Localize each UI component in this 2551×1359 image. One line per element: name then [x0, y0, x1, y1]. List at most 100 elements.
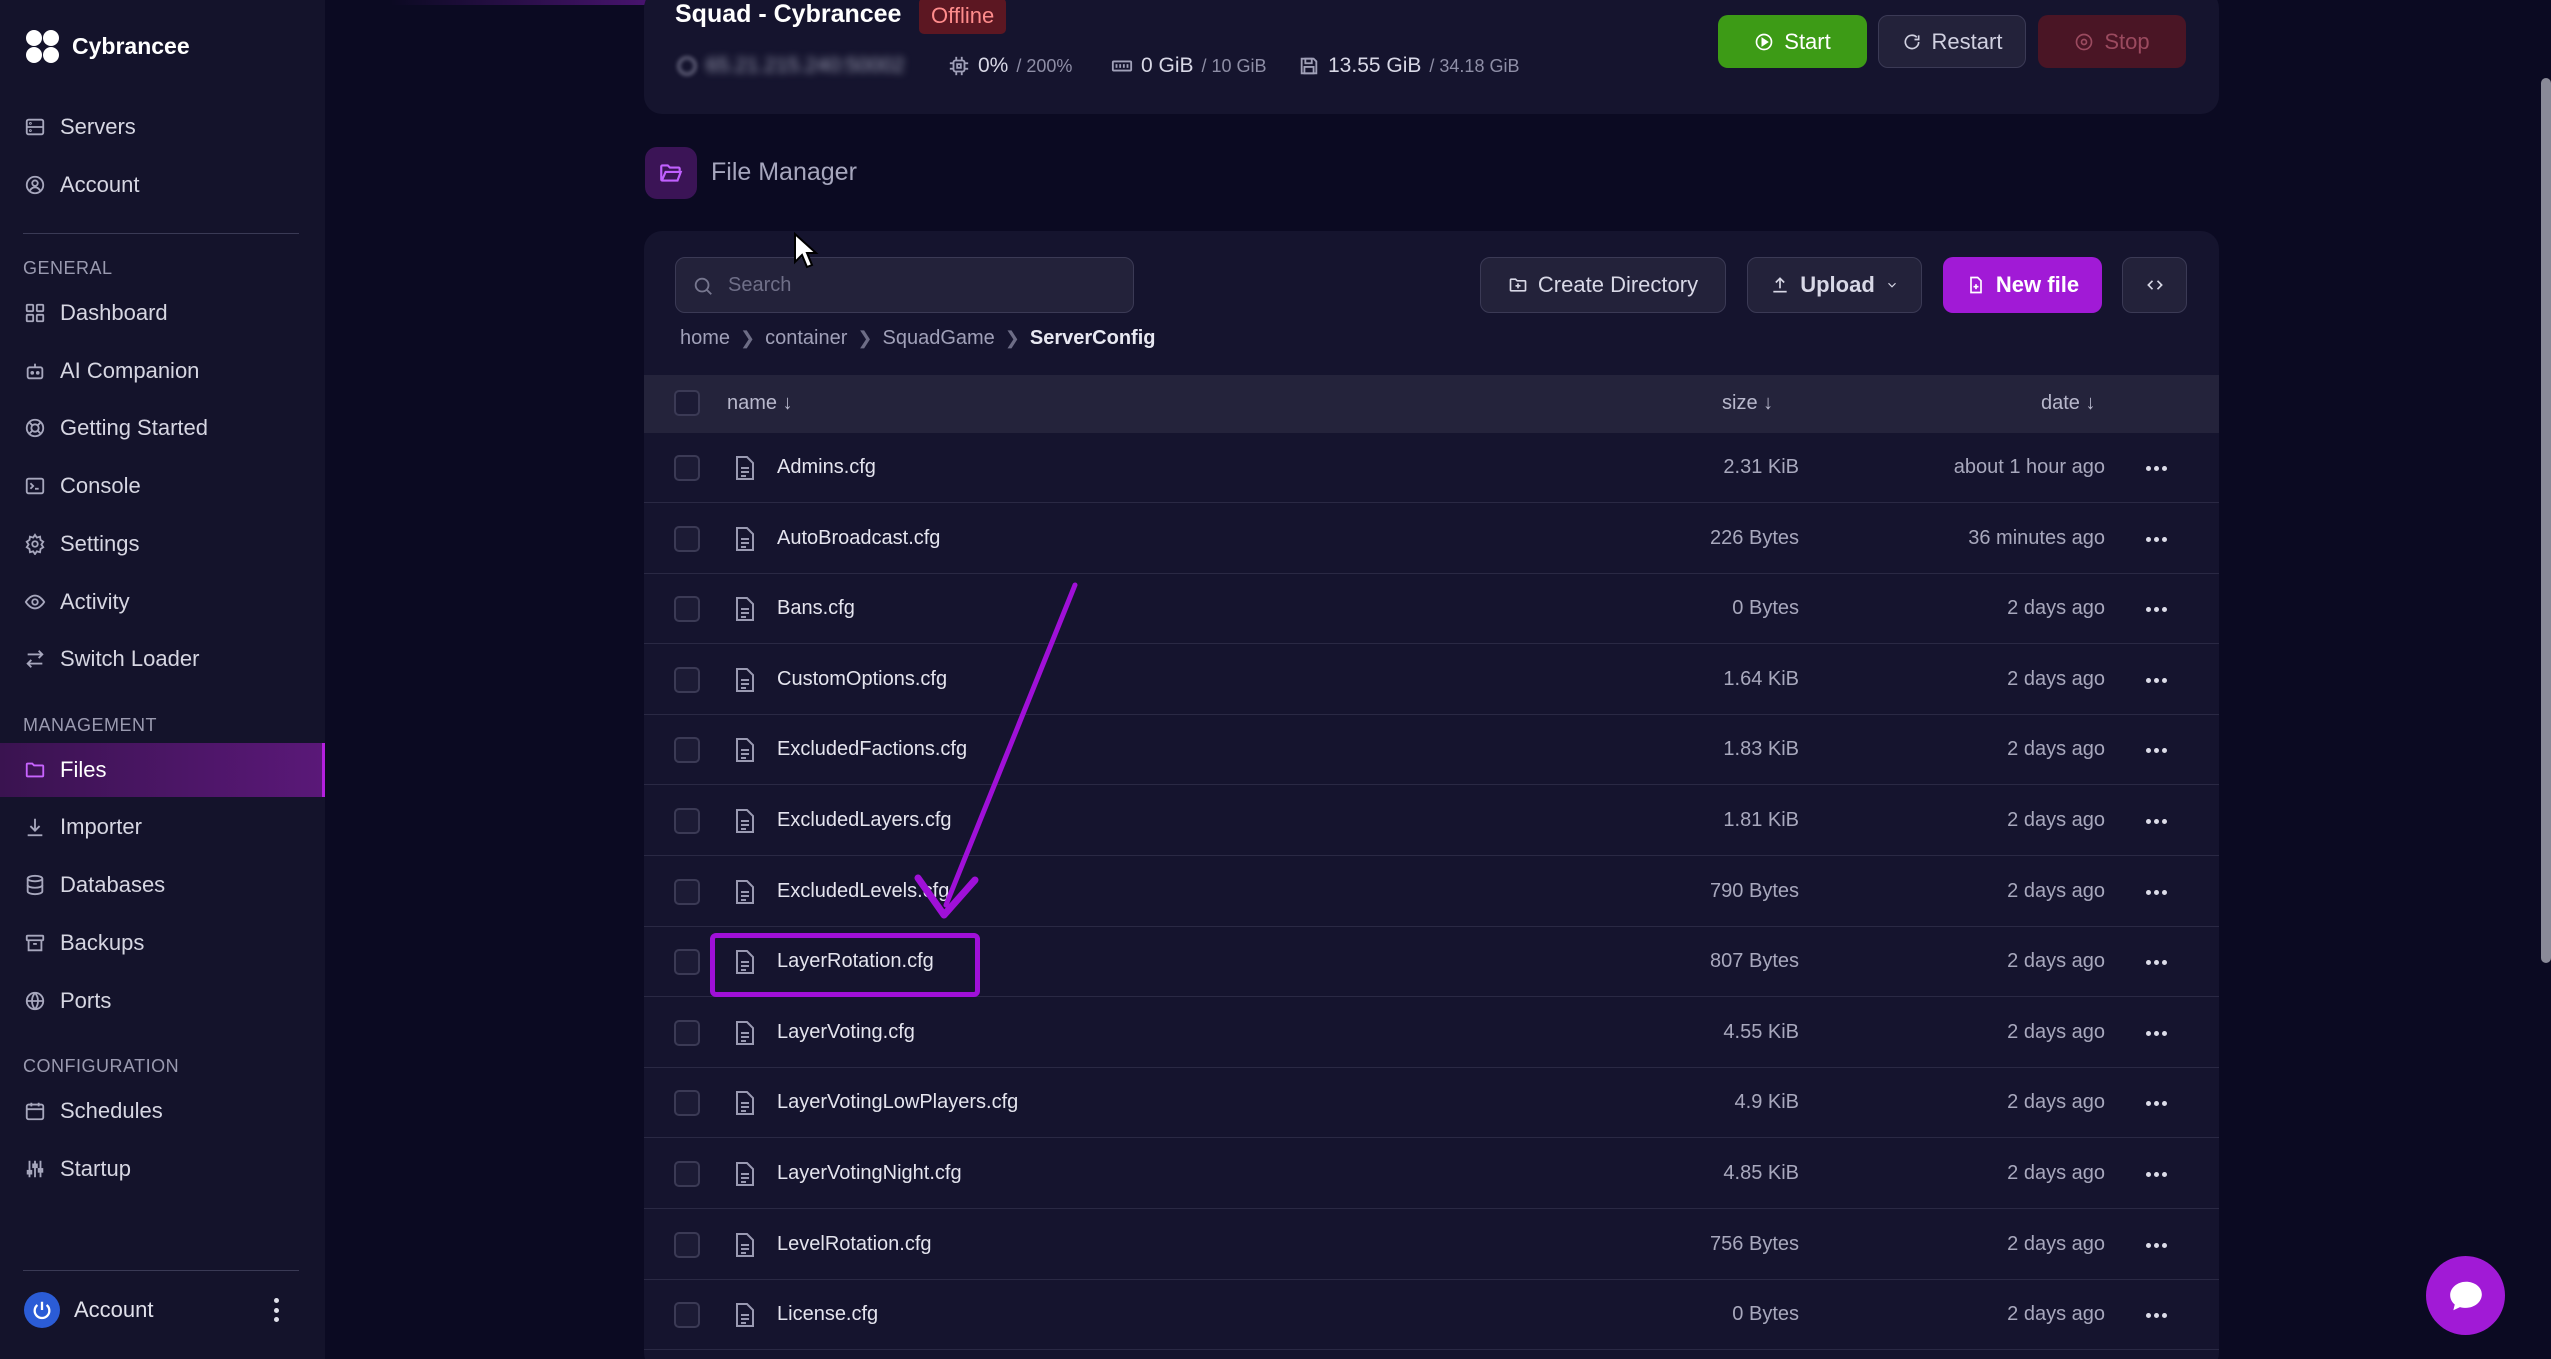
more-actions-icon[interactable] [2141, 1023, 2171, 1043]
sidebar-item-console[interactable]: Console [0, 459, 325, 513]
more-actions-icon[interactable] [2141, 740, 2171, 760]
file-name[interactable]: Admins.cfg [777, 456, 876, 479]
row-checkbox[interactable] [674, 737, 700, 763]
more-actions-icon[interactable] [2141, 1164, 2171, 1184]
file-size: 0 Bytes [1732, 597, 1799, 619]
file-name[interactable]: LayerVotingNight.cfg [777, 1162, 962, 1185]
file-name[interactable]: License.cfg [777, 1303, 878, 1326]
more-actions-icon[interactable] [2141, 1235, 2171, 1255]
sidebar-item-servers[interactable]: Servers [0, 100, 325, 154]
sidebar-item-account[interactable]: Account [0, 158, 325, 212]
more-actions-icon[interactable] [2141, 952, 2171, 972]
create-directory-button[interactable]: Create Directory [1480, 257, 1726, 313]
stop-button[interactable]: Stop [2038, 15, 2186, 68]
row-checkbox[interactable] [674, 526, 700, 552]
disk-icon [1300, 57, 1318, 75]
globe-icon [677, 56, 697, 76]
row-checkbox[interactable] [674, 596, 700, 622]
more-actions-icon[interactable] [2141, 1093, 2171, 1113]
sidebar-item-importer[interactable]: Importer [0, 800, 325, 854]
table-row[interactable]: LayerVoting.cfg 4.55 KiB 2 days ago [644, 998, 2219, 1068]
file-name[interactable]: ExcludedFactions.cfg [777, 738, 967, 761]
file-name[interactable]: CustomOptions.cfg [777, 668, 947, 691]
sidebar-item-backups[interactable]: Backups [0, 916, 325, 970]
start-button[interactable]: Start [1718, 15, 1867, 68]
more-actions-icon[interactable] [2141, 882, 2171, 902]
section-label-general: GENERAL [23, 258, 113, 278]
file-date: 2 days ago [2007, 1021, 2105, 1043]
sidebar-item-getting-started[interactable]: Getting Started [0, 401, 325, 455]
restart-label: Restart [1931, 28, 2003, 54]
upload-button[interactable]: Upload [1747, 257, 1922, 313]
row-checkbox[interactable] [674, 949, 700, 975]
sidebar-item-schedules[interactable]: Schedules [0, 1084, 325, 1138]
row-checkbox[interactable] [674, 1232, 700, 1258]
chat-button[interactable] [2426, 1256, 2505, 1335]
column-header-size[interactable]: size ↓ [1722, 392, 1773, 415]
robot-icon [26, 363, 44, 380]
scrollbar[interactable] [2541, 78, 2551, 963]
search-icon [694, 277, 712, 295]
select-all-checkbox[interactable] [674, 390, 700, 416]
more-actions-icon[interactable] [2141, 811, 2171, 831]
table-row[interactable]: ExcludedLayers.cfg 1.81 KiB 2 days ago [644, 786, 2219, 856]
sidebar-item-ports[interactable]: Ports [0, 974, 325, 1028]
sidebar-item-settings[interactable]: Settings [0, 517, 325, 571]
file-name[interactable]: Bans.cfg [777, 597, 855, 620]
breadcrumb-container[interactable]: container [765, 327, 847, 350]
table-row[interactable]: ExcludedLevels.cfg 790 Bytes 2 days ago [644, 857, 2219, 927]
row-checkbox[interactable] [674, 1020, 700, 1046]
sidebar-item-ai-companion[interactable]: AI Companion [0, 344, 325, 398]
more-actions-icon[interactable] [2141, 670, 2171, 690]
table-row[interactable]: AutoBroadcast.cfg 226 Bytes 36 minutes ago [644, 504, 2219, 574]
more-actions-icon[interactable] [2141, 1305, 2171, 1325]
search-input[interactable] [728, 273, 1108, 297]
column-header-name[interactable]: name ↓ [727, 392, 793, 415]
file-name[interactable]: ExcludedLayers.cfg [777, 809, 952, 832]
lifebuoy-icon [25, 418, 45, 438]
breadcrumb-squadgame[interactable]: SquadGame [883, 327, 995, 350]
code-icon [2146, 280, 2163, 290]
file-name[interactable]: LayerVotingLowPlayers.cfg [777, 1091, 1018, 1114]
sidebar-item-activity[interactable]: Activity [0, 575, 325, 629]
more-actions-icon[interactable] [2141, 599, 2171, 619]
row-checkbox[interactable] [674, 879, 700, 905]
cpu-limit: / 200% [1016, 55, 1073, 76]
table-row[interactable]: LayerVotingNight.cfg 4.85 KiB 2 days ago [644, 1139, 2219, 1209]
table-row[interactable]: LayerVotingLowPlayers.cfg 4.9 KiB 2 days a… [644, 1068, 2219, 1138]
file-name[interactable]: LayerVoting.cfg [777, 1021, 915, 1044]
row-checkbox[interactable] [674, 1161, 700, 1187]
table-row[interactable]: Bans.cfg 0 Bytes 2 days ago [644, 574, 2219, 644]
file-name[interactable]: LevelRotation.cfg [777, 1233, 932, 1256]
restart-button[interactable]: Restart [1878, 15, 2026, 68]
more-actions-icon[interactable] [2141, 458, 2171, 478]
sidebar-item-files[interactable]: Files [0, 743, 325, 797]
table-row[interactable]: ExcludedFactions.cfg 1.83 KiB 2 days ago [644, 715, 2219, 785]
account-menu[interactable]: Account [24, 1292, 154, 1328]
brand-logo[interactable]: Cybrancee [24, 28, 190, 64]
row-checkbox[interactable] [674, 1302, 700, 1328]
file-name[interactable]: ExcludedLevels.cfg [777, 880, 949, 903]
code-view-button[interactable] [2122, 257, 2187, 313]
sidebar-item-databases[interactable]: Databases [0, 858, 325, 912]
row-checkbox[interactable] [674, 455, 700, 481]
row-checkbox[interactable] [674, 667, 700, 693]
page-title: File Manager [711, 158, 857, 186]
new-file-button[interactable]: New file [1943, 257, 2102, 313]
sidebar-item-switch-loader[interactable]: Switch Loader [0, 632, 325, 686]
sidebar-item-startup[interactable]: Startup [0, 1142, 325, 1196]
table-row[interactable]: CustomOptions.cfg 1.64 KiB 2 days ago [644, 645, 2219, 715]
table-row[interactable]: LevelRotation.cfg 756 Bytes 2 days ago [644, 1210, 2219, 1280]
column-header-date[interactable]: date ↓ [2041, 392, 2095, 415]
table-row[interactable]: License.cfg 0 Bytes 2 days ago [644, 1280, 2219, 1350]
breadcrumb-home[interactable]: home [680, 327, 730, 350]
table-row[interactable]: Admins.cfg 2.31 KiB about 1 hour ago [644, 433, 2219, 503]
cpu-icon [949, 56, 969, 76]
row-checkbox[interactable] [674, 808, 700, 834]
row-checkbox[interactable] [674, 1090, 700, 1116]
file-name[interactable]: AutoBroadcast.cfg [777, 527, 940, 550]
search-field[interactable] [675, 257, 1134, 313]
sidebar-item-dashboard[interactable]: Dashboard [0, 286, 325, 340]
more-actions-icon[interactable] [2141, 529, 2171, 549]
more-options-icon[interactable] [266, 1298, 286, 1322]
